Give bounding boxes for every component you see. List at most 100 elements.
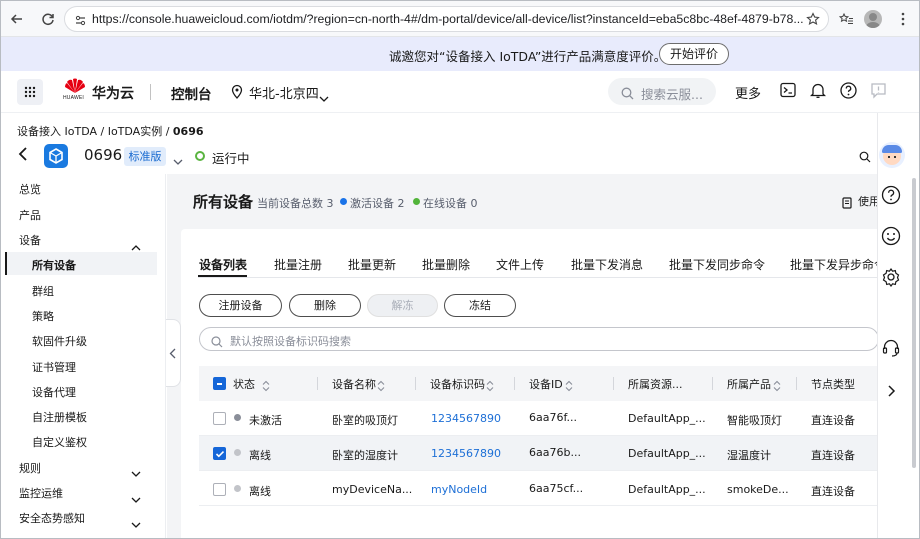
- sidebar-item-self-reg-template[interactable]: 自注册模板: [32, 409, 87, 425]
- column-divider: [317, 377, 318, 390]
- sidebar-item-rules[interactable]: 规则: [19, 460, 41, 476]
- row-product: smokeDe...: [727, 483, 789, 496]
- sort-icon[interactable]: [565, 377, 573, 392]
- row-node-id-link[interactable]: myNodeId: [431, 483, 487, 496]
- sidebar-item-groups[interactable]: 群组: [32, 283, 54, 299]
- row-checkbox[interactable]: [213, 412, 226, 425]
- tab-batch-async-command[interactable]: 批量下发异步命令: [790, 256, 877, 273]
- refresh-icon[interactable]: [38, 9, 58, 29]
- profile-avatar[interactable]: [863, 9, 883, 29]
- tab-batch-sync-command[interactable]: 批量下发同步命令: [669, 256, 765, 273]
- register-device-button[interactable]: 注册设备: [199, 294, 282, 317]
- sidebar-item-all-devices[interactable]: 所有设备: [32, 257, 76, 273]
- back-icon[interactable]: [7, 9, 27, 29]
- start-survey-button[interactable]: 开始评价: [659, 43, 729, 65]
- active-dot-icon: [340, 198, 347, 205]
- column-node-type[interactable]: 节点类型: [811, 376, 855, 392]
- row-node-id-link[interactable]: 1234567890: [431, 447, 501, 460]
- iotda-service-icon: [44, 144, 68, 168]
- sidebar-item-monitoring[interactable]: 监控运维: [19, 485, 63, 501]
- console-link[interactable]: 控制台: [171, 83, 212, 103]
- sort-icon[interactable]: [377, 377, 385, 392]
- settings-gear-icon[interactable]: [881, 267, 903, 289]
- tab-file-upload[interactable]: 文件上传: [496, 256, 544, 273]
- chevron-down-icon[interactable]: [131, 489, 141, 503]
- help-icon[interactable]: [881, 185, 903, 207]
- sidebar-item-ota[interactable]: 软固件升级: [32, 333, 87, 349]
- unfreeze-button[interactable]: 解冻: [367, 294, 438, 317]
- divider: [150, 84, 151, 100]
- back-arrow-icon[interactable]: [16, 145, 34, 165]
- sidebar-item-overview[interactable]: 总览: [19, 181, 41, 197]
- column-device-name[interactable]: 设备名称: [332, 376, 376, 392]
- sort-icon[interactable]: [262, 377, 270, 392]
- cloud-search-input[interactable]: 搜索云服...: [608, 78, 716, 105]
- sidebar-item-device-proxy[interactable]: 设备代理: [32, 384, 76, 400]
- tab-batch-update[interactable]: 批量更新: [348, 256, 396, 273]
- running-status-icon: [195, 151, 205, 161]
- freeze-button[interactable]: 冻结: [444, 294, 516, 317]
- tab-batch-message[interactable]: 批量下发消息: [571, 256, 643, 273]
- browser-menu-icon[interactable]: [893, 9, 913, 29]
- search-icon: [621, 85, 634, 104]
- bookmark-star-icon[interactable]: [803, 9, 823, 29]
- breadcrumb-sep: /: [97, 125, 108, 138]
- column-status[interactable]: 状态: [233, 376, 255, 392]
- column-node-id[interactable]: 设备标识码: [430, 376, 485, 392]
- customer-service-headset-icon[interactable]: [881, 338, 903, 360]
- address-bar[interactable]: https://console.huaweicloud.com/iotdm/?r…: [64, 6, 829, 32]
- sidebar-item-custom-auth[interactable]: 自定义鉴权: [32, 434, 87, 450]
- apps-grid-icon[interactable]: [17, 79, 43, 105]
- instance-switch-chevron-icon[interactable]: [173, 151, 183, 165]
- sort-icon[interactable]: [486, 377, 494, 392]
- smile-feedback-icon[interactable]: [881, 226, 903, 248]
- sidebar-item-products[interactable]: 产品: [19, 207, 41, 223]
- browser-window: https://console.huaweicloud.com/iotdm/?r…: [0, 0, 920, 539]
- more-menu[interactable]: 更多: [735, 83, 761, 102]
- chevron-down-icon[interactable]: [319, 88, 329, 102]
- column-divider: [712, 377, 713, 390]
- row-checkbox[interactable]: [213, 483, 226, 496]
- row-checkbox[interactable]: [213, 447, 226, 460]
- column-device-id[interactable]: 设备ID: [529, 376, 563, 392]
- chevron-down-icon[interactable]: [131, 514, 141, 528]
- sidebar-item-security[interactable]: 安全态势感知: [19, 510, 85, 526]
- sidebar-collapse-button[interactable]: [166, 319, 181, 387]
- row-device-id: 6aa76b...: [529, 446, 581, 459]
- tab-batch-register[interactable]: 批量注册: [274, 256, 322, 273]
- chevron-up-icon[interactable]: [131, 236, 141, 251]
- cloud-shell-icon[interactable]: [780, 82, 798, 100]
- row-status: 离线: [249, 485, 271, 498]
- device-search-input[interactable]: 默认按照设备标识码搜索: [199, 327, 879, 351]
- page-scrollbar[interactable]: [909, 174, 919, 538]
- column-product[interactable]: 所属产品: [727, 376, 771, 392]
- bell-icon[interactable]: [809, 82, 828, 100]
- breadcrumb-current: 0696: [172, 125, 204, 138]
- row-resource-space: DefaultApp_...: [628, 483, 706, 496]
- chevron-down-icon[interactable]: [131, 463, 141, 477]
- url-text: https://console.huaweicloud.com/iotdm/?r…: [92, 12, 804, 26]
- help-icon[interactable]: [840, 82, 858, 100]
- chevron-right-icon[interactable]: [881, 381, 903, 403]
- breadcrumb-iotda[interactable]: 设备接入 IoTDA: [17, 125, 97, 138]
- row-node-id-link[interactable]: 1234567890: [431, 412, 501, 425]
- fullscreen-icon[interactable]: [859, 148, 871, 163]
- sort-icon[interactable]: [773, 377, 781, 392]
- huawei-logo[interactable]: HUAWEI: [63, 78, 86, 102]
- feedback-icon[interactable]: [870, 82, 888, 100]
- row-node-type: 直连设备: [811, 485, 855, 498]
- tab-device-list[interactable]: 设备列表: [199, 256, 247, 273]
- favorites-icon[interactable]: [836, 9, 856, 29]
- sidebar-item-devices[interactable]: 设备: [19, 232, 41, 248]
- column-resource-space[interactable]: 所属资源...: [628, 376, 683, 392]
- delete-button[interactable]: 删除: [289, 294, 361, 317]
- active-tab-indicator: [198, 275, 247, 277]
- select-all-checkbox[interactable]: [213, 377, 226, 390]
- breadcrumb-instances[interactable]: IoTDA实例: [108, 125, 163, 138]
- site-info-icon[interactable]: [74, 12, 87, 31]
- tab-batch-delete[interactable]: 批量删除: [422, 256, 470, 273]
- sidebar-item-policies[interactable]: 策略: [32, 308, 54, 324]
- region-selector[interactable]: 华北-北京四: [249, 83, 319, 102]
- sidebar-item-certificates[interactable]: 证书管理: [32, 359, 76, 375]
- assistant-avatar[interactable]: [879, 142, 905, 168]
